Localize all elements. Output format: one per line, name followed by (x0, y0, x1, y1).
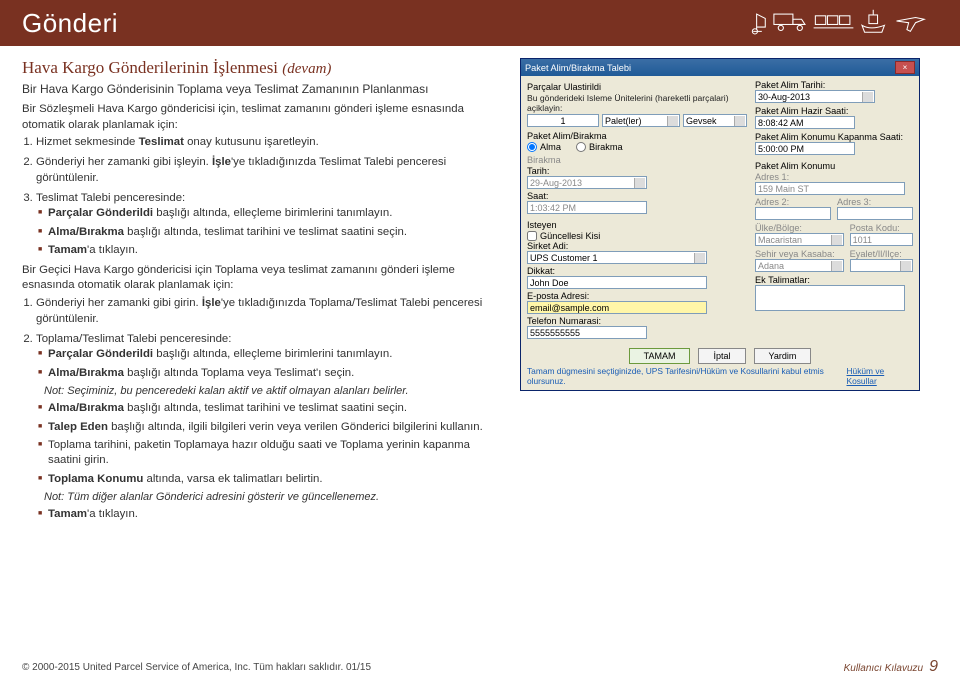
label-pa-hazir: Paket Alim Hazir Saati: (755, 106, 913, 116)
label-adres3: Adres 3: (837, 197, 913, 207)
cancel-button[interactable]: İptal (698, 348, 745, 364)
step2-1: Gönderiyi her zamanki gibi girin. İşle'y… (36, 296, 502, 327)
sub-birakma: Birakma (527, 155, 747, 165)
dikkat-field[interactable]: John Doe (527, 276, 707, 289)
hint-text: Bu gönderideki Isleme Ünitelerini (harek… (527, 93, 747, 113)
page-title: Gönderi (22, 8, 118, 39)
qty-field[interactable]: 1 (527, 114, 599, 127)
label-eyalet: Eyalet/Il/Ilçe: (850, 249, 913, 259)
eyalet-field[interactable] (850, 259, 913, 272)
dialog-title-text: Paket Alim/Birakma Talebi (525, 63, 631, 73)
group-isteyen: Isteyen (527, 220, 747, 230)
step-2: Gönderiyi her zamanki gibi işleyin. İşle… (36, 155, 502, 186)
bullet-group-1: Parçalar Gönderildi başlığı altında, ell… (36, 206, 502, 258)
adres3-field[interactable] (837, 207, 913, 220)
bullet: Alma/Bırakma başlığı altında, teslimat t… (38, 401, 502, 416)
eposta-field[interactable]: email@sample.com (527, 301, 707, 314)
subhead-suffix: (devam) (282, 61, 331, 77)
step-3: Teslimat Talebi penceresinde: Parçalar G… (36, 191, 502, 259)
bullet: Parçalar Gönderildi başlığı altında, ell… (38, 347, 502, 362)
sehir-field[interactable]: Adana (755, 259, 844, 272)
section-heading: Hava Kargo Gönderilerinin İşlenmesi (dev… (22, 58, 502, 78)
pa-hazir-field[interactable]: 8:08:42 AM (755, 116, 855, 129)
label-ek: Ek Talimatlar: (755, 275, 913, 285)
ek-textarea[interactable] (755, 285, 905, 311)
adres2-field[interactable] (755, 207, 831, 220)
subhead-main: Hava Kargo Gönderilerinin İşlenmesi (22, 58, 282, 77)
guide-label: Kullanıcı Kılavuzu (844, 663, 924, 674)
bullet: Alma/Bırakma başlığı altında, teslimat t… (38, 225, 502, 240)
tarih-field[interactable]: 29-Aug-2013 (527, 176, 647, 189)
label-pa-kapanma: Paket Alim Konumu Kapanma Saati: (755, 132, 913, 142)
content-column: Hava Kargo Gönderilerinin İşlenmesi (dev… (22, 58, 502, 527)
page-header: Gönderi (0, 0, 960, 46)
note-2: Not: Tüm diğer alanlar Gönderici adresin… (44, 490, 502, 505)
transport-icons (748, 5, 938, 42)
bullet: Tamam'a tıklayın. (38, 507, 502, 522)
group-konum: Paket Alim Konumu (755, 161, 913, 171)
status-line: Tamam dügmesini seçtiginizde, UPS Tarife… (521, 366, 919, 390)
ok-button[interactable]: TAMAM (629, 348, 691, 364)
lead-line: Bir Hava Kargo Gönderisinin Toplama veya… (22, 82, 502, 96)
step-1: Hizmet sekmesinde Teslimat onay kutusunu… (36, 135, 502, 151)
group-alma-label: Paket Alim/Birakma (527, 131, 747, 141)
intro-paragraph: Bir Sözleşmeli Hava Kargo göndericisi iç… (22, 102, 502, 133)
close-icon[interactable]: × (895, 61, 915, 74)
label-pa-tarih: Paket Alim Tarihi: (755, 80, 913, 90)
step2-2: Toplama/Teslimat Talebi penceresinde: Pa… (36, 332, 502, 523)
label-sirket: Sirket Adi: (527, 241, 747, 251)
label-sehir: Sehir veya Kasaba: (755, 249, 844, 259)
chk-guncelle[interactable]: Güncellesi Kisi (527, 231, 735, 241)
saat-field[interactable]: 1:03:42 PM (527, 201, 647, 214)
loose-drop[interactable]: Gevsek (683, 114, 747, 127)
copyright-text: © 2000-2015 United Parcel Service of Ame… (22, 662, 371, 673)
steps-list-1: Hizmet sekmesinde Teslimat onay kutusunu… (22, 135, 502, 258)
steps-list-2: Gönderiyi her zamanki gibi girin. İşle'y… (22, 296, 502, 523)
label-pk: Posta Kodu: (850, 223, 913, 233)
page-footer: © 2000-2015 United Parcel Service of Ame… (0, 658, 960, 676)
bullet: Alma/Bırakma başlığı altında Toplama vey… (38, 366, 502, 381)
bullet: Toplama tarihini, paketin Toplamaya hazı… (38, 438, 502, 469)
bullet-group-3: Alma/Bırakma başlığı altında, teslimat t… (36, 401, 502, 487)
label-saat: Saat: (527, 191, 747, 201)
label-tel: Telefon Numarasi: (527, 316, 747, 326)
label-ulke: Ülke/Bölge: (755, 223, 844, 233)
pk-field[interactable]: 1011 (850, 233, 913, 246)
radio-alma[interactable]: Alma (527, 142, 561, 152)
screenshot-column: Paket Alim/Birakma Talebi × Parçalar Ula… (520, 58, 920, 527)
bullet-group-2: Parçalar Gönderildi başlığı altında, ell… (36, 347, 502, 381)
help-button[interactable]: Yardim (754, 348, 812, 364)
label-dikkat: Dikkat: (527, 266, 747, 276)
pa-tarih-field[interactable]: 30-Aug-2013 (755, 90, 875, 103)
bullet-group-4: Tamam'a tıklayın. (36, 507, 502, 522)
sirket-field[interactable]: UPS Customer 1 (527, 251, 707, 264)
intro-2: Bir Geçici Hava Kargo göndericisi için T… (22, 263, 502, 294)
bullet: Parçalar Gönderildi başlığı altında, ell… (38, 206, 502, 221)
note-1: Not: Seçiminiz, bu penceredeki kalan akt… (44, 384, 502, 399)
bullet: Toplama Konumu altında, varsa ek talimat… (38, 472, 502, 487)
adres1-field[interactable]: 159 Main ST (755, 182, 905, 195)
label-adres2: Adres 2: (755, 197, 831, 207)
radio-birakma[interactable]: Birakma (576, 142, 623, 152)
tel-field[interactable]: 5555555555 (527, 326, 647, 339)
unit-drop[interactable]: Palet(ler) (602, 114, 680, 127)
terms-link[interactable]: Hüküm ve Kosullar (847, 366, 914, 386)
label-adres1: Adres 1: (755, 172, 913, 182)
dialog-titlebar: Paket Alim/Birakma Talebi × (521, 59, 919, 76)
label-eposta: E-posta Adresi: (527, 291, 747, 301)
ulke-field[interactable]: Macaristan (755, 233, 844, 246)
pa-kapanma-field[interactable]: 5:00:00 PM (755, 142, 855, 155)
status-text: Tamam dügmesini seçtiginizde, UPS Tarife… (527, 366, 847, 386)
label-tarih: Tarih: (527, 166, 747, 176)
bullet: Tamam'a tıklayın. (38, 243, 502, 258)
group-parcalar-label: Parçalar Ulastirildi (527, 82, 747, 92)
dialog-window: Paket Alim/Birakma Talebi × Parçalar Ula… (520, 58, 920, 391)
bullet: Talep Eden başlığı altında, ilgili bilgi… (38, 420, 502, 435)
page-number: 9 (929, 658, 938, 676)
